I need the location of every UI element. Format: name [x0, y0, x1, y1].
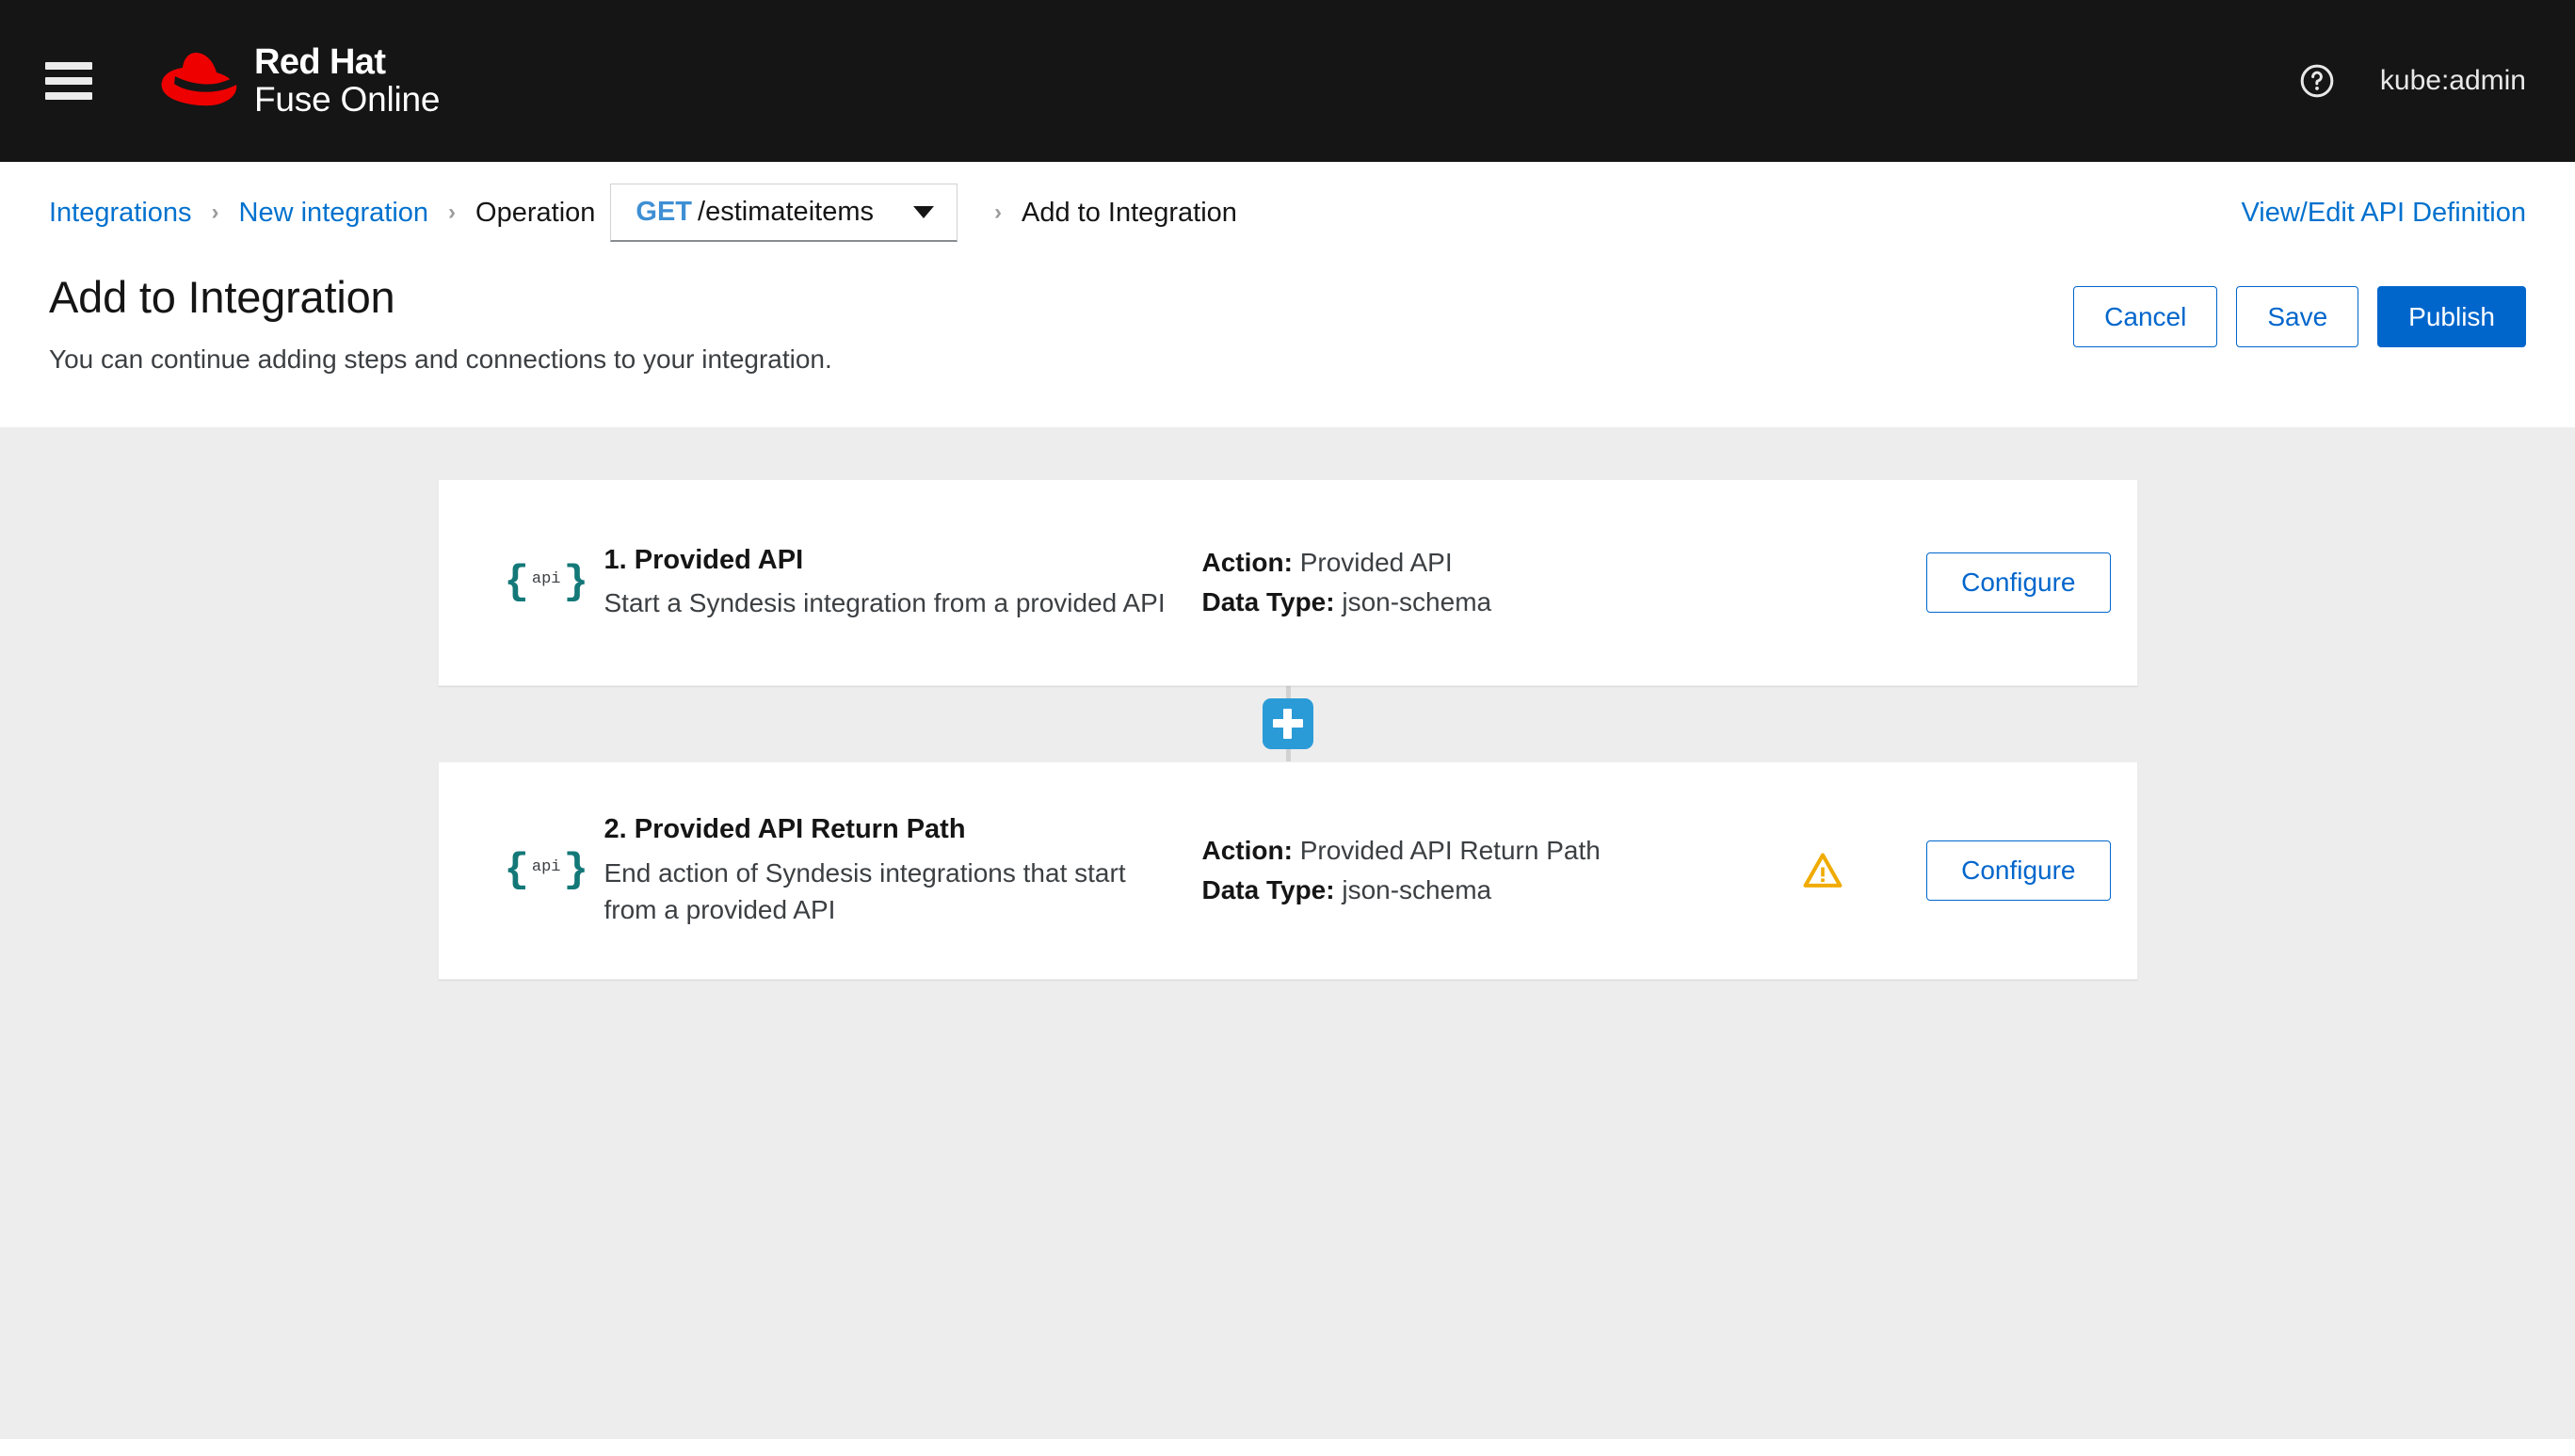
plus-icon [1283, 708, 1292, 739]
publish-button[interactable]: Publish [2377, 286, 2526, 347]
api-braces-icon: { api } [505, 850, 588, 891]
hamburger-icon[interactable] [45, 62, 92, 100]
step-datatype-label: Data Type: [1201, 874, 1335, 904]
step-datatype-line: Data Type: json-schema [1202, 583, 1770, 622]
breadcrumb-item-integrations[interactable]: Integrations [49, 198, 192, 229]
breadcrumb-separator: › [993, 200, 1002, 225]
step-action-label: Action: [1201, 547, 1293, 577]
flow-step-card[interactable]: { api } 1. Provided API Start a Syndesis… [437, 478, 2138, 686]
flow-step-card[interactable]: { api } 2. Provided API Return Path End … [437, 760, 2138, 980]
breadcrumb-item-operation: Operation [475, 197, 596, 228]
page-actions: Cancel Save Publish [2073, 286, 2526, 347]
hamburger-bar [45, 92, 92, 100]
page-subtitle: You can continue adding steps and connec… [49, 344, 832, 374]
step-name-column: 1. Provided API Start a Syndesis integra… [604, 542, 1202, 622]
step-meta-column: Action: Provided API Return Path Data Ty… [1202, 831, 1770, 910]
help-circle-icon[interactable] [2299, 63, 2335, 99]
brace-open: { [504, 846, 529, 894]
step-description: Start a Syndesis integration from a prov… [604, 588, 1166, 618]
brand-name-product: Fuse Online [254, 79, 441, 119]
step-action-value: Provided API Return Path [1299, 835, 1601, 865]
step-datatype-value: json-schema [1342, 586, 1492, 616]
configure-button[interactable]: Configure [1926, 552, 2111, 613]
step-datatype-line: Data Type: json-schema [1202, 871, 1770, 910]
page-header: Integrations › New integration › Operati… [0, 162, 2575, 427]
hamburger-bar [45, 62, 92, 70]
brace-close: } [563, 558, 588, 606]
breadcrumb-item-add-to-integration: Add to Integration [1021, 197, 1237, 228]
step-icon-column: { api } [473, 850, 604, 891]
add-step-button[interactable] [1262, 697, 1313, 749]
step-title: 1. Provided API [604, 545, 804, 576]
breadcrumb-item-new-integration[interactable]: New integration [239, 198, 429, 229]
brace-open: { [504, 558, 529, 606]
step-action-column: Configure [1875, 840, 2111, 901]
step-action-line: Action: Provided API Return Path [1202, 831, 1770, 871]
api-icon-label: api [531, 858, 561, 877]
step-action-label: Action: [1201, 835, 1293, 865]
step-icon-column: { api } [473, 562, 604, 603]
step-action-column: Configure [1875, 552, 2111, 613]
step-action-line: Action: Provided API [1202, 543, 1770, 583]
breadcrumb-separator: › [448, 200, 457, 225]
title-row: Add to Integration You can continue addi… [49, 247, 2526, 427]
integration-flow: { api } 1. Provided API Start a Syndesis… [437, 478, 2138, 980]
red-hat-hat-icon [161, 52, 237, 106]
step-name-column: 2. Provided API Return Path End action o… [604, 811, 1202, 929]
api-braces-icon: { api } [505, 562, 588, 603]
hamburger-bar [45, 77, 92, 85]
brand-name-redhat: Red Hat [254, 42, 386, 82]
cancel-button[interactable]: Cancel [2073, 286, 2218, 347]
api-icon-label: api [531, 570, 561, 589]
breadcrumb: Integrations › New integration › Operati… [49, 162, 2526, 247]
step-title: 2. Provided API Return Path [604, 814, 966, 845]
view-edit-api-definition-link[interactable]: View/Edit API Definition [2241, 198, 2526, 229]
step-datatype-label: Data Type: [1201, 586, 1335, 616]
breadcrumb-separator: › [211, 200, 219, 225]
masthead-toolbar: kube:admin [2299, 63, 2526, 99]
operation-method: GET [636, 197, 693, 227]
caret-down-icon [912, 206, 934, 218]
step-description: End action of Syndesis integrations that… [604, 857, 1126, 925]
save-button[interactable]: Save [2236, 286, 2359, 347]
step-action-value: Provided API [1299, 547, 1453, 577]
operation-path: /estimateitems [698, 197, 874, 227]
configure-button[interactable]: Configure [1926, 840, 2111, 901]
user-menu[interactable]: kube:admin [2380, 65, 2526, 97]
flow-connector [438, 685, 2138, 761]
brand-logo[interactable]: Red Hat Fuse Online [154, 42, 441, 119]
step-warning-column [1770, 849, 1875, 892]
operation-dropdown[interactable]: GET /estimateitems [610, 184, 958, 242]
title-block: Add to Integration You can continue addi… [49, 273, 2073, 375]
page-title: Add to Integration [49, 272, 395, 322]
integration-editor-canvas: { api } 1. Provided API Start a Syndesis… [0, 426, 2575, 1439]
brand-text: Red Hat Fuse Online [254, 42, 441, 119]
masthead: Red Hat Fuse Online kube:admin [0, 0, 2575, 162]
warning-triangle-icon[interactable] [1801, 849, 1844, 892]
step-datatype-value: json-schema [1342, 874, 1492, 904]
brace-close: } [563, 846, 588, 894]
step-meta-column: Action: Provided API Data Type: json-sch… [1202, 543, 1770, 622]
